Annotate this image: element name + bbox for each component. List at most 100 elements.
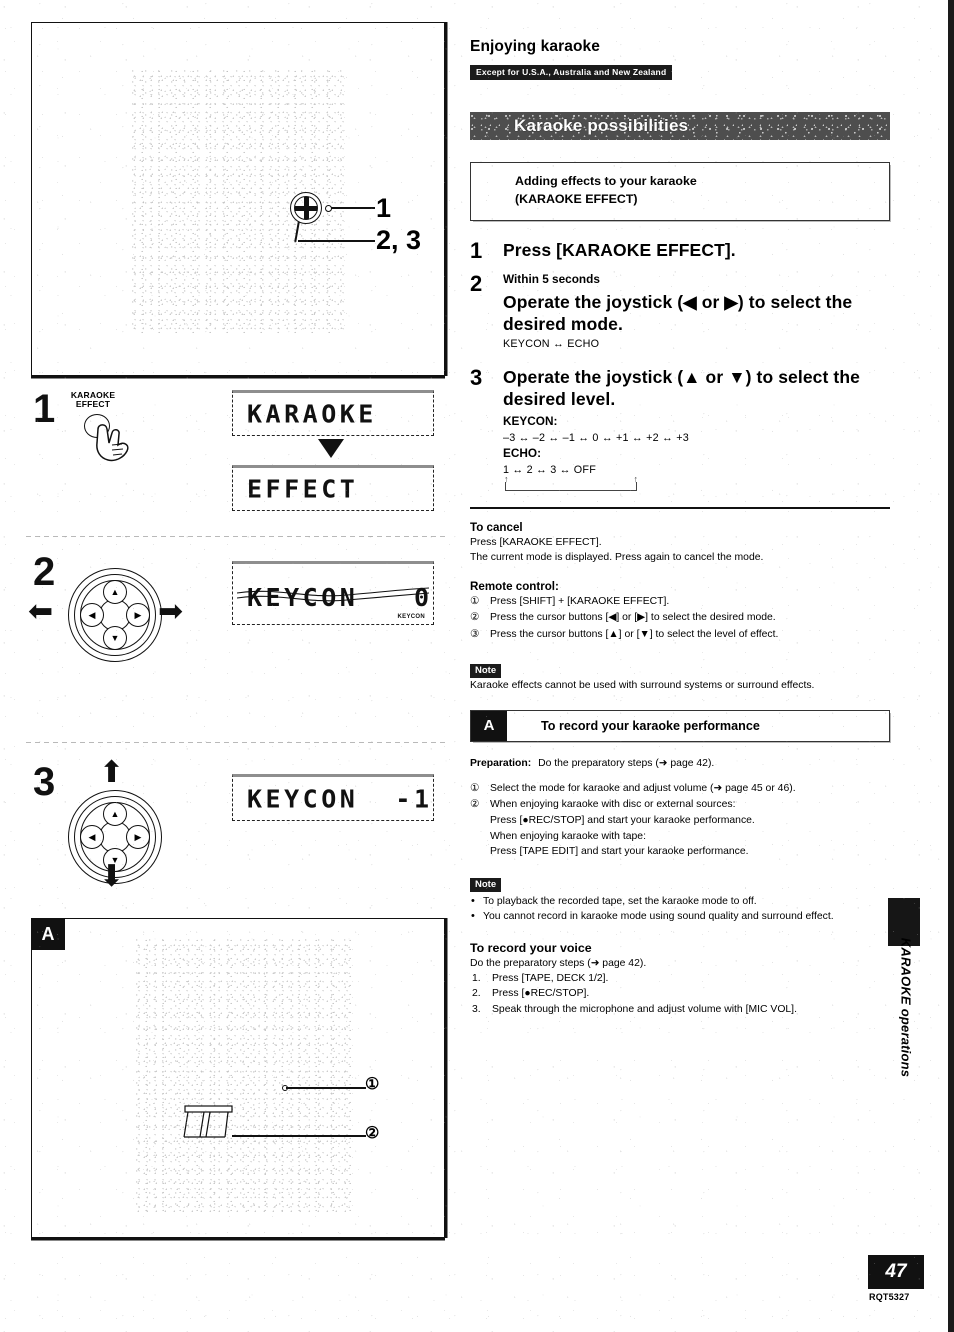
- note-tag-bottom: Note: [470, 877, 502, 892]
- left-figure-column: 1 2, 3 1 KARAOKE EFFECT KARAOKE EFFECT 2…: [0, 0, 465, 1332]
- joystick-left-pad[interactable]: ◀: [80, 603, 104, 627]
- section-rule: [470, 506, 890, 510]
- panel-a-halftone-background: [135, 938, 354, 1212]
- voice-steps-list: 1. Press [TAPE, DECK 1/2]. 2. Press [●RE…: [470, 971, 890, 1018]
- voice-section-heading: To record your voice: [470, 940, 592, 955]
- subsection-line-2: (KARAOKE EFFECT): [515, 191, 638, 206]
- subsection-box: Adding effects to your karaoke (KARAOKE …: [470, 162, 890, 221]
- karaoke-effect-button-label: KARAOKE EFFECT: [70, 390, 116, 410]
- figure-step-2-number: 2: [33, 550, 56, 594]
- panel-a-photo: A ① ②: [31, 918, 445, 1238]
- section-banner-label: Karaoke possibilities: [514, 116, 689, 135]
- list-item: ② When enjoying karaoke with disc or ext…: [470, 799, 755, 858]
- step-1-number: 1: [470, 237, 483, 263]
- subsection-line-1: Adding effects to your karaoke: [515, 174, 697, 188]
- step-3-text: Operate the joystick (▲ or ▼) to select …: [503, 366, 860, 410]
- list-item: 1. Press [TAPE, DECK 1/2].: [472, 972, 609, 984]
- list-item: You cannot record in karaoke mode using …: [470, 908, 890, 925]
- step-2-precondition: Within 5 seconds: [503, 271, 600, 286]
- record-section-title: To record your karaoke performance: [541, 718, 760, 733]
- figure-step-2: 2 ▲ ▼ ◀ ▶ ⬅ ➡ KEYCON 0 KEYCON: [0, 548, 465, 728]
- pressing-hand-icon: [96, 424, 129, 462]
- page-number: 47: [885, 1261, 907, 1282]
- step-1-text: Press [KARAOKE EFFECT].: [503, 239, 736, 260]
- record-section-header: A To record your karaoke performance: [470, 709, 890, 742]
- step-2-mode-sequence: KEYCON ↔ ECHO: [503, 337, 600, 350]
- callout-label-1: 1: [376, 193, 392, 223]
- step-3-keycon-label: KEYCON:: [503, 413, 558, 428]
- voice-section-intro: Do the preparatory steps (➜ page 42).: [470, 957, 647, 969]
- preparation-text: Do the preparatory steps (➜ page 42).: [538, 757, 715, 769]
- right-text-column: Enjoying karaoke Except for U.S.A., Aust…: [470, 0, 890, 1018]
- figure-step-1-number: 1: [33, 387, 56, 431]
- page-number-box: 47: [868, 1255, 924, 1289]
- panel-a-callout-label-2: ②: [365, 1125, 380, 1142]
- record-steps-list: ① Select the mode for karaoke and adjust…: [470, 781, 890, 860]
- callout-label-23: 2, 3: [376, 225, 422, 255]
- flow-arrow-down-icon: [318, 439, 344, 458]
- joystick-right-pad-2[interactable]: ▶: [126, 825, 150, 849]
- display-waveform-icon: [237, 587, 429, 602]
- arrow-right-icon: ➡: [158, 595, 184, 628]
- callout-line-23: [298, 240, 375, 242]
- record-section-badge: A: [471, 710, 507, 741]
- joystick-up-pad[interactable]: ▲: [103, 580, 127, 604]
- cancel-line-2: The current mode is displayed. Press aga…: [470, 552, 764, 564]
- list-item: To playback the recorded tape, set the k…: [470, 893, 890, 910]
- step-2-number: 2: [470, 270, 483, 296]
- joystick-horizontal-diagram: ▲ ▼ ◀ ▶: [68, 568, 164, 664]
- cancel-heading: To cancel: [470, 521, 523, 535]
- list-item: ③ Press the cursor buttons [▲] or [▼] to…: [470, 628, 779, 640]
- scan-right-edge: [948, 0, 954, 1332]
- step-2-text: Operate the joystick (◀ or ▶) to select …: [503, 291, 853, 335]
- arrow-left-icon: ⬅: [28, 595, 54, 628]
- remote-steps-list: ① Press [SHIFT] + [KARAOKE EFFECT]. ② Pr…: [470, 594, 890, 643]
- panel-a-badge: A: [31, 918, 65, 950]
- page-title: Enjoying karaoke: [470, 38, 600, 55]
- display-keycon-tag: KEYCON: [397, 614, 425, 620]
- top-device-photo: 1 2, 3: [31, 22, 445, 376]
- step-3-echo-label: ECHO:: [503, 445, 542, 460]
- list-item: ① Select the mode for karaoke and adjust…: [470, 782, 796, 794]
- list-item: 2. Press [●REC/STOP].: [472, 988, 590, 1000]
- display-karaoke: KARAOKE: [232, 390, 434, 436]
- panel-a-callout-line-1: [286, 1087, 366, 1089]
- list-item: ① Press [SHIFT] + [KARAOKE EFFECT].: [470, 595, 670, 607]
- region-restriction-tag: Except for U.S.A., Australia and New Zea…: [470, 64, 673, 80]
- figure-step-1: 1 KARAOKE EFFECT KARAOKE EFFECT: [0, 383, 465, 535]
- figure-step-3: 3 ▲ ▼ ◀ ▶ ⬆ ⬇ KEYCON -1: [0, 752, 465, 917]
- figure-divider-1: [26, 536, 446, 537]
- side-tab-label: KARAOKE operations: [898, 937, 914, 1078]
- callout-line-1: [331, 207, 375, 209]
- step-3-number: 3: [470, 364, 483, 390]
- arrow-down-icon: ⬇: [99, 860, 125, 893]
- joystick-up-pad-2[interactable]: ▲: [103, 802, 127, 826]
- instruction-step-1: 1 Press [KARAOKE EFFECT].: [470, 239, 890, 262]
- note-bottom-list: To playback the recorded tape, set the k…: [470, 893, 890, 925]
- step-3-echo-values: 1 ↔ 2 ↔ 3 ↔ OFF: [503, 463, 596, 476]
- figure-divider-2: [26, 742, 446, 743]
- section-banner: Karaoke possibilities: [470, 112, 890, 140]
- instruction-step-3: 3 Operate the joystick (▲ or ▼) to selec…: [470, 366, 890, 491]
- joystick-down-pad[interactable]: ▼: [103, 626, 127, 650]
- preparation-line: Preparation: Do the preparatory steps (➜…: [470, 756, 890, 771]
- manual-page: 1 2, 3 1 KARAOKE EFFECT KARAOKE EFFECT 2…: [0, 0, 954, 1332]
- echo-loop-bracket: ↑ ↑: [504, 474, 638, 491]
- step-3-keycon-values: –3 ↔ –2 ↔ –1 ↔ 0 ↔ +1 ↔ +2 ↔ +3: [503, 431, 689, 444]
- tape-deck-icon: [183, 1105, 233, 1138]
- note-top-text: Karaoke effects cannot be used with surr…: [470, 680, 815, 692]
- panel-a-callout-label-1: ①: [365, 1076, 380, 1093]
- joystick-left-pad-2[interactable]: ◀: [80, 825, 104, 849]
- remote-heading: Remote control:: [470, 579, 559, 593]
- display-keycon-minus1: KEYCON -1: [232, 774, 434, 821]
- joystick-right-pad[interactable]: ▶: [126, 603, 150, 627]
- display-keycon-0: KEYCON 0 KEYCON: [232, 561, 434, 625]
- note-tag-top: Note: [470, 664, 502, 679]
- joystick-photo-icon: [290, 192, 322, 224]
- display-effect: EFFECT: [232, 465, 434, 511]
- list-item: 3. Speak through the microphone and adju…: [472, 1004, 797, 1016]
- instruction-step-2: 2 Within 5 seconds Operate the joystick …: [470, 272, 890, 352]
- document-code: RQT5327: [869, 1292, 910, 1302]
- list-item: ② Press the cursor buttons [◀] or [▶] to…: [470, 612, 776, 624]
- cancel-line-1: Press [KARAOKE EFFECT].: [470, 537, 602, 549]
